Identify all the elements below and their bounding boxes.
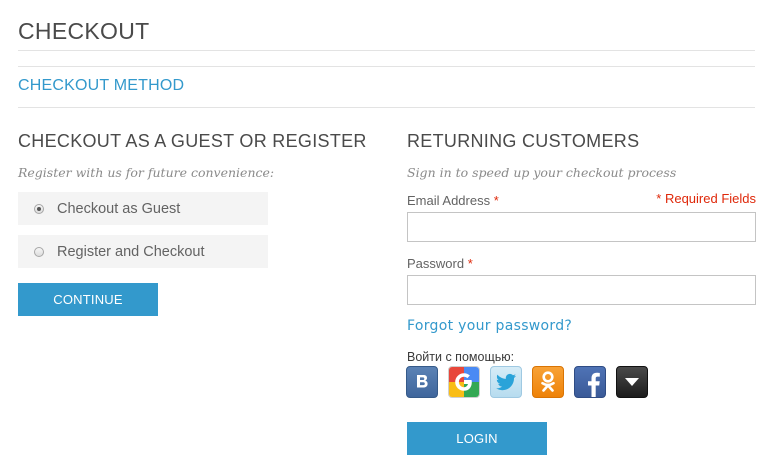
- register-radio-label: Register and Checkout: [57, 243, 205, 260]
- social-login-label: Войти с помощью:: [407, 350, 515, 364]
- page-title: CHECKOUT: [18, 18, 150, 44]
- required-fields-note: * Required Fields: [656, 191, 756, 206]
- password-field[interactable]: [407, 275, 756, 305]
- step-title-checkout-method[interactable]: CHECKOUT METHOD: [18, 77, 184, 95]
- forgot-password-link[interactable]: Forgot your password?: [407, 318, 572, 334]
- facebook-icon[interactable]: [574, 366, 606, 398]
- divider: [18, 107, 755, 108]
- password-label-text: Password: [407, 256, 465, 271]
- required-star: *: [493, 193, 499, 208]
- continue-button[interactable]: CONTINUE: [18, 283, 158, 316]
- guest-register-subtitle: Register with us for future convenience:: [18, 165, 275, 180]
- email-label-text: Email Address: [407, 193, 491, 208]
- register-radio[interactable]: [34, 246, 44, 257]
- divider: [18, 66, 755, 67]
- social-login-buttons: [406, 366, 658, 398]
- password-label: Password *: [407, 256, 473, 271]
- guest-radio[interactable]: [34, 203, 44, 214]
- register-and-checkout-option[interactable]: Register and Checkout: [18, 235, 268, 268]
- divider: [18, 50, 755, 51]
- guest-radio-label: Checkout as Guest: [57, 200, 181, 217]
- guest-register-heading: CHECKOUT AS A GUEST OR REGISTER: [18, 131, 367, 151]
- odnoklassniki-icon[interactable]: [532, 366, 564, 398]
- google-icon[interactable]: [448, 366, 480, 398]
- vkontakte-icon[interactable]: [406, 366, 438, 398]
- login-button[interactable]: LOGIN: [407, 422, 547, 455]
- email-label: Email Address *: [407, 193, 499, 208]
- checkout-as-guest-option[interactable]: Checkout as Guest: [18, 192, 268, 225]
- returning-customers-subtitle: Sign in to speed up your checkout proces…: [407, 165, 677, 180]
- more-dropdown-icon[interactable]: [616, 366, 648, 398]
- required-star: *: [467, 256, 473, 271]
- returning-customers-heading: RETURNING CUSTOMERS: [407, 131, 640, 151]
- twitter-icon[interactable]: [490, 366, 522, 398]
- email-field[interactable]: [407, 212, 756, 242]
